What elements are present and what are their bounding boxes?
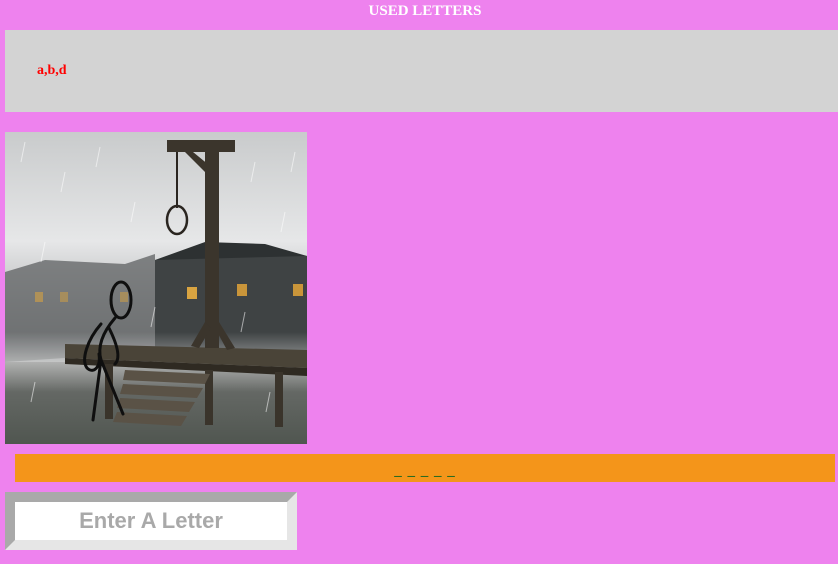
letter-input-frame: [5, 492, 297, 550]
used-letters-list: a,b,d: [37, 63, 67, 78]
letter-input[interactable]: [15, 502, 287, 540]
hidden-word: _ _ _ _ _: [394, 463, 456, 479]
gallows-scene-icon: [5, 132, 307, 444]
word-bar: _ _ _ _ _: [15, 454, 835, 482]
used-letters-heading: USED LETTERS: [368, 3, 482, 19]
used-letters-panel: a,b,d: [5, 30, 838, 112]
gallows-illustration: [5, 132, 307, 444]
